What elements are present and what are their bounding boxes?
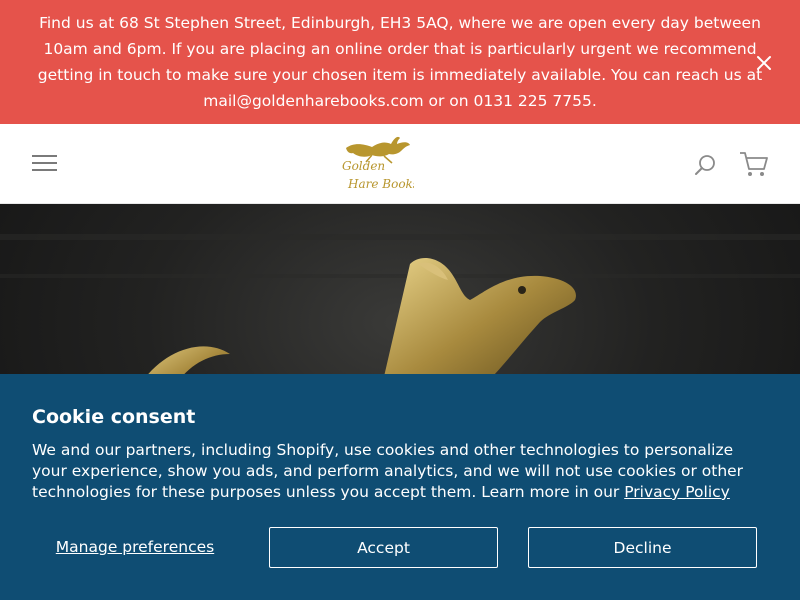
cookie-actions: Manage preferences Accept Decline bbox=[32, 527, 758, 568]
decline-button[interactable]: Decline bbox=[528, 527, 757, 568]
privacy-policy-link[interactable]: Privacy Policy bbox=[624, 483, 730, 501]
announcement-bar: Find us at 68 St Stephen Street, Edinbur… bbox=[0, 0, 800, 124]
accept-button[interactable]: Accept bbox=[269, 527, 498, 568]
cookie-description: We and our partners, including Shopify, … bbox=[32, 440, 772, 503]
cookie-title: Cookie consent bbox=[32, 406, 196, 428]
close-icon[interactable] bbox=[755, 54, 773, 72]
cart-icon[interactable] bbox=[739, 150, 769, 178]
svg-text:Hare Books: Hare Books bbox=[347, 177, 414, 191]
search-icon[interactable] bbox=[694, 154, 716, 176]
site-logo[interactable]: Golden Hare Books bbox=[336, 132, 419, 196]
cookie-consent-banner: Cookie consent We and our partners, incl… bbox=[0, 374, 800, 600]
hare-logo-icon: Golden Hare Books bbox=[342, 136, 419, 191]
svg-text:Golden: Golden bbox=[342, 159, 385, 173]
announcement-text: Find us at 68 St Stephen Street, Edinbur… bbox=[37, 14, 763, 110]
manage-preferences-button[interactable]: Manage preferences bbox=[32, 527, 238, 568]
hamburger-menu-icon[interactable] bbox=[32, 152, 58, 174]
site-header: Golden Hare Books bbox=[0, 124, 800, 204]
